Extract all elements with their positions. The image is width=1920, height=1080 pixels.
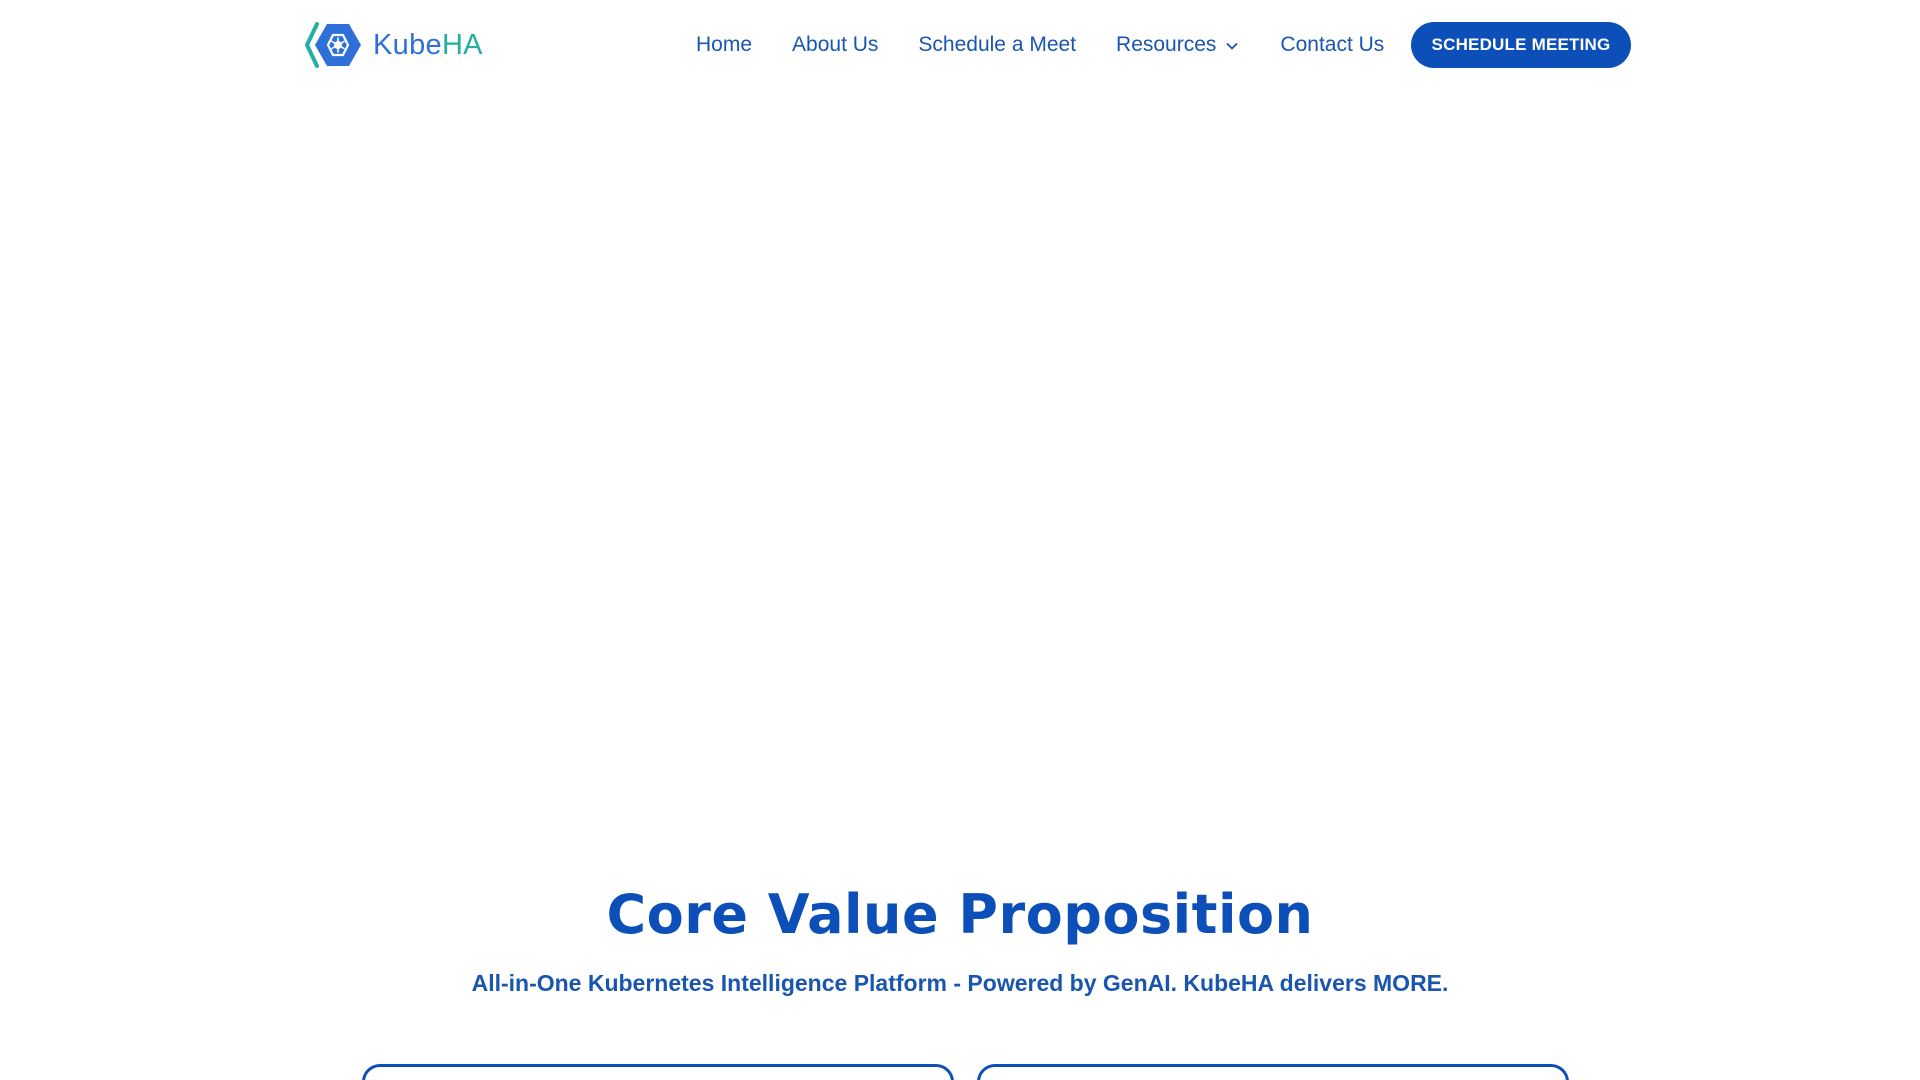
value-card <box>362 1064 954 1080</box>
logo-text-kube: Kube <box>373 28 442 61</box>
value-card <box>977 1064 1569 1080</box>
nav-contact-us[interactable]: Contact Us <box>1280 33 1384 57</box>
logo-link[interactable]: KubeHA <box>303 20 483 70</box>
kubeha-logo-icon <box>305 22 361 68</box>
logo-wordmark: KubeHA <box>373 28 483 61</box>
nav-home[interactable]: Home <box>696 33 752 57</box>
page: KubeHA Home About Us Schedule a Meet Res… <box>0 0 1920 1080</box>
schedule-meeting-button[interactable]: SCHEDULE MEETING <box>1411 22 1631 68</box>
main-nav: Home About Us Schedule a Meet Resources … <box>696 22 1384 68</box>
logo-text-ha: HA <box>441 28 483 61</box>
core-value-title: Core Value Proposition <box>606 883 1314 946</box>
hero-area <box>0 88 1920 868</box>
site-header: KubeHA Home About Us Schedule a Meet Res… <box>0 0 1920 88</box>
nav-resources[interactable]: Resources <box>1116 33 1240 57</box>
core-value-subtitle: All-in-One Kubernetes Intelligence Platf… <box>471 970 1449 996</box>
nav-about-us[interactable]: About Us <box>792 33 878 57</box>
nav-resources-label: Resources <box>1116 33 1217 56</box>
chevron-down-icon <box>1227 43 1238 50</box>
nav-schedule-a-meet[interactable]: Schedule a Meet <box>918 33 1076 57</box>
